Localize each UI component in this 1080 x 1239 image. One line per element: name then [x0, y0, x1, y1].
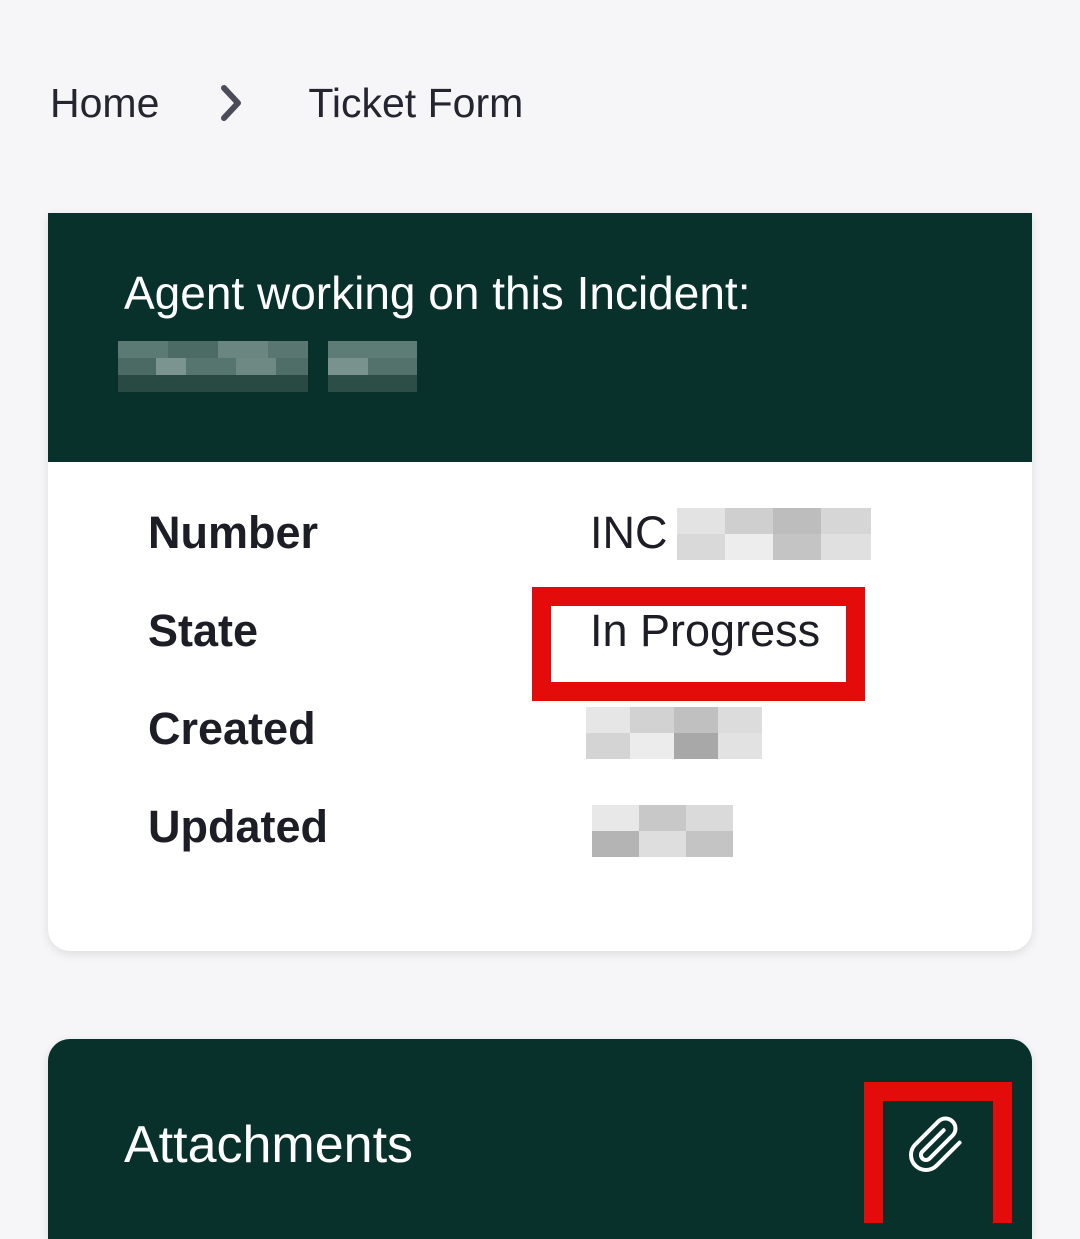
number-value: INC	[590, 503, 668, 563]
agent-name-redacted	[118, 341, 417, 392]
breadcrumb-current: Ticket Form	[308, 79, 524, 126]
breadcrumb-home-link[interactable]: Home	[50, 80, 159, 127]
updated-redacted	[592, 805, 733, 857]
detail-row-updated: Updated	[48, 797, 1032, 857]
detail-row-created: Created	[48, 699, 1032, 759]
number-redacted	[677, 508, 871, 560]
agent-header: Agent working on this Incident:	[48, 213, 1032, 462]
number-prefix: INC	[590, 507, 668, 558]
breadcrumb: Home Ticket Form	[50, 70, 523, 136]
updated-label: Updated	[148, 801, 328, 852]
chevron-right-icon	[216, 83, 246, 123]
attachments-title: Attachments	[124, 1116, 414, 1174]
number-label: Number	[148, 507, 319, 558]
attach-highlight-box	[864, 1082, 1012, 1223]
detail-row-number: Number INC	[48, 503, 1032, 563]
created-label: Created	[148, 703, 316, 754]
incident-card: Agent working on this Incident: Number I…	[48, 213, 1032, 951]
created-redacted	[586, 707, 762, 759]
state-highlight-box	[532, 587, 865, 701]
agent-title: Agent working on this Incident:	[124, 267, 751, 319]
state-label: State	[148, 605, 259, 656]
